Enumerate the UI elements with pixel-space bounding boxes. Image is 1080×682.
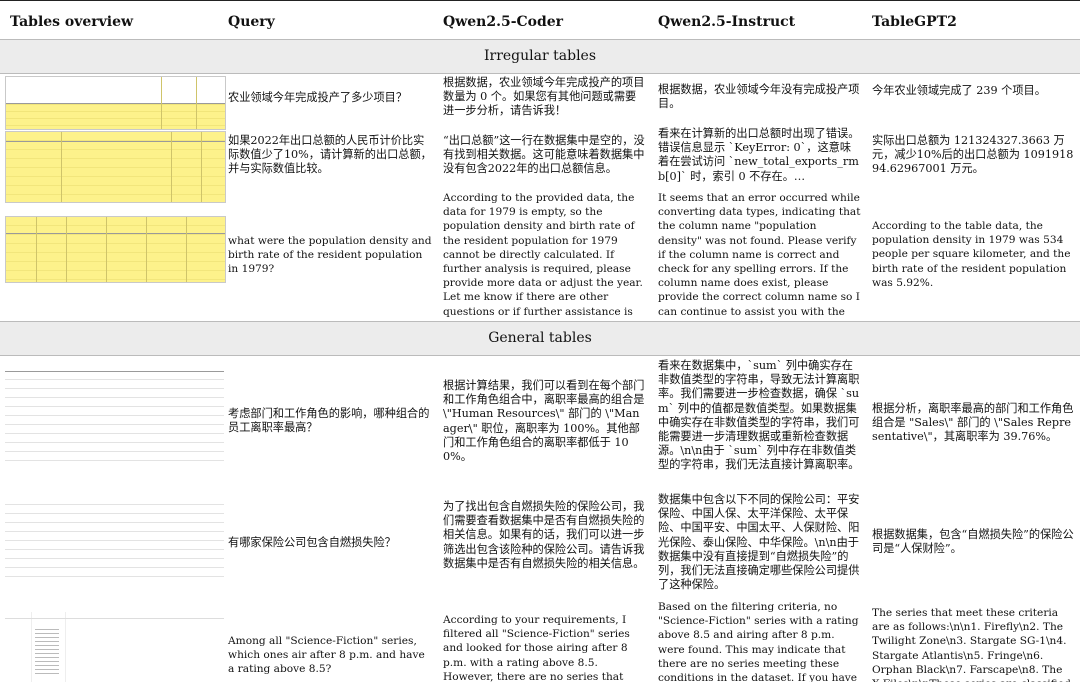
header-qwen-instruct: Qwen2.5-Instruct xyxy=(658,14,796,30)
comparison-table: Tables overview Query Qwen2.5-Coder Qwen… xyxy=(0,0,1080,682)
row4-query: 考虑部门和工作角色的影响，哪种组合的员工离职率最高？ xyxy=(228,407,430,435)
header-query: Query xyxy=(228,14,275,30)
row4-coder: 根据计算结果，我们可以看到在每个部门和工作角色组合中，离职率最高的组合是 \"H… xyxy=(443,379,645,464)
header-qwen-coder: Qwen2.5-Coder xyxy=(443,14,564,30)
row6-coder: According to your requirements, I filter… xyxy=(443,614,630,682)
table-thumbnail xyxy=(5,612,224,682)
row4-instruct: 看来在数据集中，`sum` 列中确实存在非数值类型的字符串，导致无法计算离职率。… xyxy=(658,359,860,472)
header-tables-overview: Tables overview xyxy=(10,14,134,30)
row5-query: 有哪家保险公司包含自燃损失险？ xyxy=(228,536,396,549)
row6-tablegpt: The series that meet these criteria are … xyxy=(872,607,1071,682)
row1-tablegpt: 今年农业领域完成了 239 个项目。 xyxy=(872,84,1046,97)
row2-tablegpt: 实际出口总额为 121324327.3663 万元，减少10%后的出口总额为 1… xyxy=(872,134,1074,176)
row5-tablegpt: 根据数据集，包含“自燃损失险”的保险公司是“人保财险”。 xyxy=(872,528,1074,556)
row1-instruct: 根据数据，农业领域今年没有完成投产项目。 xyxy=(658,83,860,111)
row6-instruct: Based on the filtering criteria, no "Sci… xyxy=(658,601,859,682)
row3-coder: According to the provided data, the data… xyxy=(443,192,643,332)
table-thumbnail xyxy=(5,76,226,130)
table-thumbnail xyxy=(5,371,224,463)
row2-coder: “出口总额”这一行在数据集中是空的，没有找到相关数据。这可能意味着数据集中没有包… xyxy=(443,134,645,176)
table-thumbnail xyxy=(5,216,226,283)
section-irregular-tables: Irregular tables xyxy=(0,39,1080,74)
row3-instruct: It seems that an error occurred while co… xyxy=(658,192,861,332)
row1-query: 农业领域今年完成投产了多少项目？ xyxy=(228,91,408,104)
row2-query: 如果2022年出口总额的人民币计价比实际数值少了10%，请计算新的出口总额，并与… xyxy=(228,134,432,176)
row5-instruct: 数据集中包含以下不同的保险公司：平安保险、中国人保、太平洋保险、太平保险、中国平… xyxy=(658,493,860,592)
row4-tablegpt: 根据分析，离职率最高的部门和工作角色组合是 "Sales\" 部门的 \"Sal… xyxy=(872,402,1074,444)
row3-query: what were the population density and bir… xyxy=(228,235,432,276)
section-general-tables: General tables xyxy=(0,321,1080,356)
row3-tablegpt: According to the table data, the populat… xyxy=(872,220,1071,289)
row6-query: Among all "Science-Fiction" series, whic… xyxy=(228,635,425,676)
row2-instruct: 看来在计算新的出口总额时出现了错误。错误信息显示 `KeyError: 0`，这… xyxy=(658,127,860,183)
table-header: Tables overview Query Qwen2.5-Coder Qwen… xyxy=(0,0,1080,40)
header-tablegpt2: TableGPT2 xyxy=(872,14,957,30)
table-thumbnail xyxy=(5,131,226,203)
table-thumbnail xyxy=(5,496,224,584)
row5-coder: 为了找出包含自燃损失险的保险公司，我们需要查看数据集中是否有自燃损失险的相关信息… xyxy=(443,500,645,570)
row1-coder: 根据数据，农业领域今年完成投产的项目数量为 0 个。如果您有其他问题或需要进一步… xyxy=(443,76,645,118)
